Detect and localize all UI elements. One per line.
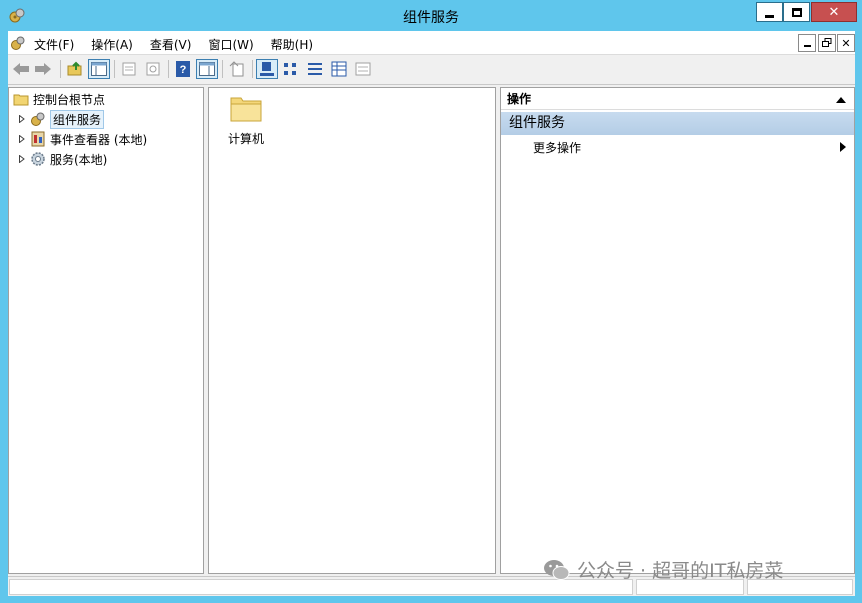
- help-icon: ?: [176, 61, 190, 77]
- tree-item-event-viewer[interactable]: 事件查看器 (本地): [17, 129, 147, 149]
- services-gear-icon: [30, 151, 46, 167]
- detail-view-button[interactable]: [328, 59, 350, 79]
- maximize-icon: [791, 7, 802, 17]
- watermark-text: 公众号 · 超哥的IT私房菜: [577, 560, 784, 582]
- action-pane-icon: [199, 62, 215, 76]
- refresh-button[interactable]: [142, 59, 164, 79]
- menu-file[interactable]: 文件(F): [34, 36, 74, 53]
- refresh-icon: [146, 62, 160, 76]
- component-services-icon[interactable]: [10, 35, 26, 51]
- toolbar-separator: [168, 60, 169, 78]
- folder-icon: [13, 91, 29, 107]
- up-level-button[interactable]: [64, 59, 86, 79]
- results-pane: 计算机: [208, 87, 496, 574]
- close-icon: ✕: [841, 36, 851, 50]
- toolbar-separator: [252, 60, 253, 78]
- expand-arrow-icon[interactable]: [17, 154, 27, 164]
- filter-button[interactable]: [352, 59, 374, 79]
- minimize-button[interactable]: [756, 2, 783, 22]
- component-services-icon: [30, 111, 46, 127]
- minimize-icon: [765, 14, 774, 18]
- menu-bar: 文件(F) 操作(A) 查看(V) 窗口(W) 帮助(H) ✕: [8, 31, 855, 55]
- close-button[interactable]: ✕: [811, 2, 857, 22]
- filter-icon: [355, 62, 371, 76]
- small-icons-icon: [284, 63, 296, 75]
- tree-root[interactable]: 控制台根节点: [13, 89, 105, 109]
- more-actions-item[interactable]: 更多操作: [533, 139, 581, 156]
- properties-icon: [122, 62, 136, 76]
- menu-action[interactable]: 操作(A): [91, 36, 133, 53]
- export-list-button[interactable]: [226, 59, 248, 79]
- small-icons-button[interactable]: [280, 59, 302, 79]
- tree-root-label: 控制台根节点: [33, 92, 106, 107]
- list-view-button[interactable]: [304, 59, 326, 79]
- actions-pane: 操作 组件服务 更多操作: [500, 87, 855, 574]
- tree-item-label: 服务(本地): [50, 152, 108, 167]
- export-icon: [229, 61, 244, 77]
- forward-arrow-icon: [35, 63, 51, 75]
- tree-item-services[interactable]: 服务(本地): [17, 149, 107, 169]
- back-button[interactable]: [10, 59, 32, 79]
- properties-button[interactable]: [118, 59, 140, 79]
- console-tree-pane: 控制台根节点 组件服务 事件查看器 (本地) 服务(本地): [8, 87, 204, 574]
- list-icon: [308, 63, 322, 75]
- toolbar: ?: [8, 55, 855, 85]
- svg-text:?: ?: [180, 64, 187, 76]
- restore-icon: [822, 38, 832, 47]
- help-button[interactable]: ?: [172, 59, 194, 79]
- collapse-caret-icon[interactable]: [836, 97, 846, 103]
- large-icons-icon: [260, 62, 274, 76]
- folder-icon: [230, 97, 262, 122]
- show-hide-tree-button[interactable]: [88, 59, 110, 79]
- details-icon: [331, 61, 347, 77]
- toolbar-separator: [222, 60, 223, 78]
- actions-group-header[interactable]: 组件服务: [501, 112, 854, 135]
- expand-arrow-icon[interactable]: [17, 114, 27, 124]
- window-title: 组件服务: [403, 10, 459, 26]
- wechat-logo-icon: [544, 559, 570, 580]
- child-restore-button[interactable]: [818, 34, 836, 52]
- toolbar-separator: [60, 60, 61, 78]
- child-close-button[interactable]: ✕: [837, 34, 855, 52]
- console-tree-icon: [91, 62, 107, 76]
- large-icons-button[interactable]: [256, 59, 278, 79]
- app-window: 组件服务 ✕ 文件(F) 操作(A) 查看(V) 窗口(W) 帮助(H) ✕ ?…: [0, 0, 862, 603]
- list-item-label: 计算机: [227, 132, 264, 146]
- menu-help[interactable]: 帮助(H): [271, 36, 313, 53]
- watermark: 公众号 · 超哥的IT私房菜: [543, 556, 783, 583]
- event-viewer-icon: [30, 131, 46, 147]
- menu-window[interactable]: 窗口(W): [208, 36, 253, 53]
- client-area: 文件(F) 操作(A) 查看(V) 窗口(W) 帮助(H) ✕ ? 控制台根节点…: [8, 31, 855, 596]
- folder-up-icon: [67, 61, 82, 76]
- minimize-icon: [803, 45, 811, 47]
- status-segment: [9, 579, 633, 595]
- title-bar[interactable]: 组件服务 ✕: [0, 0, 862, 31]
- actions-group-label: 组件服务: [509, 115, 565, 131]
- submenu-arrow-icon: [840, 142, 846, 152]
- maximize-button[interactable]: [783, 2, 810, 22]
- toolbar-separator: [114, 60, 115, 78]
- show-hide-action-pane-button[interactable]: [196, 59, 218, 79]
- tree-item-label: 事件查看器 (本地): [50, 132, 148, 147]
- menu-view[interactable]: 查看(V): [150, 36, 192, 53]
- forward-button[interactable]: [32, 59, 54, 79]
- tree-item-component-services[interactable]: 组件服务: [17, 109, 105, 129]
- child-minimize-button[interactable]: [798, 34, 816, 52]
- list-item-computers[interactable]: 计算机: [226, 94, 266, 147]
- tree-item-label: 组件服务: [50, 109, 105, 129]
- back-arrow-icon: [13, 63, 29, 75]
- expand-arrow-icon[interactable]: [17, 134, 27, 144]
- close-icon: ✕: [828, 4, 840, 20]
- actions-header: 操作: [501, 88, 854, 110]
